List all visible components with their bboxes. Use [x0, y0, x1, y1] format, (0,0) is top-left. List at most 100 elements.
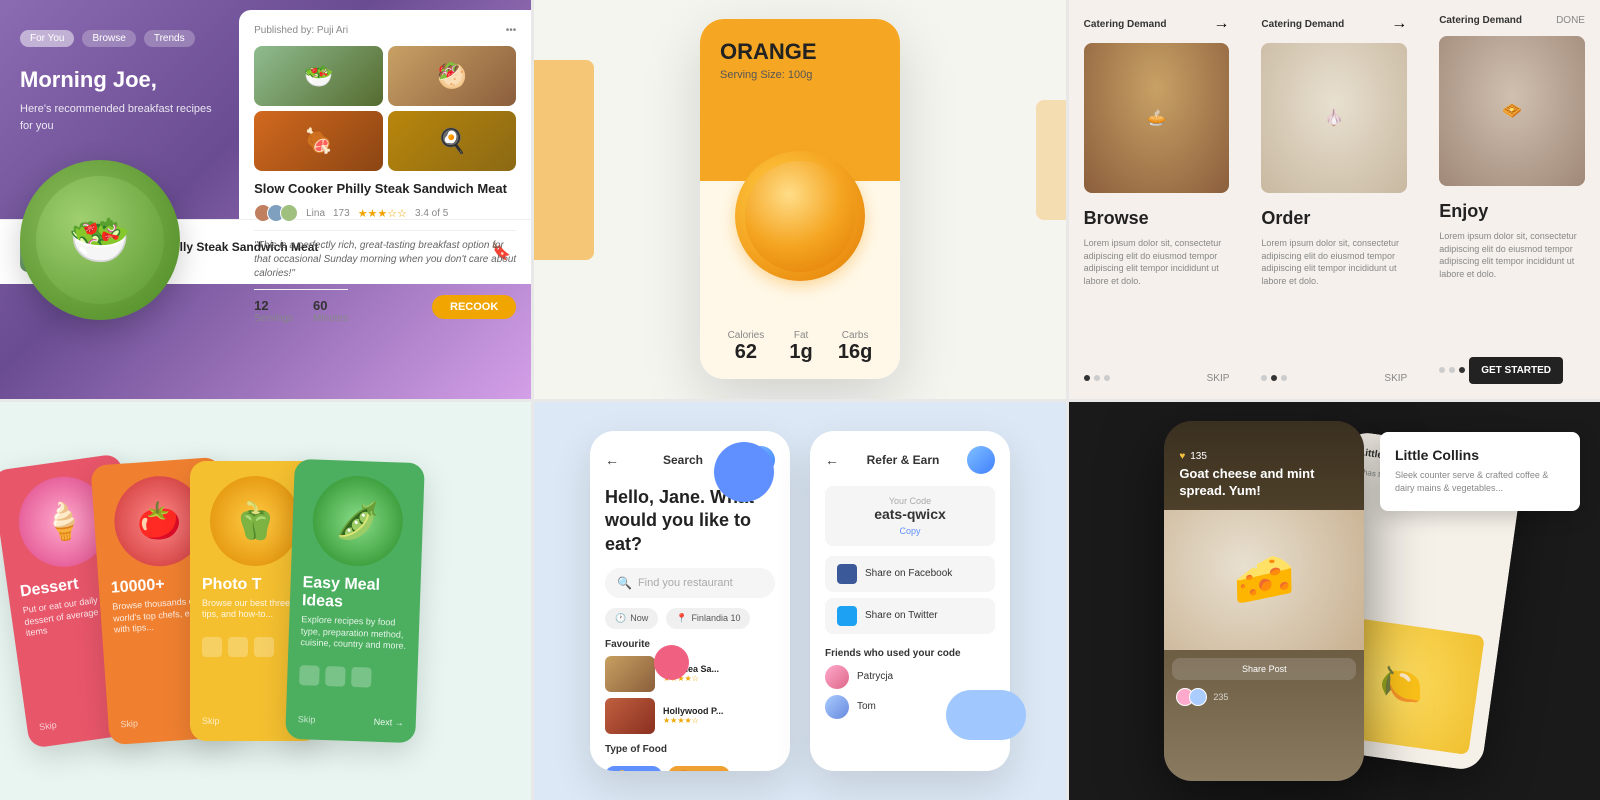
chip-burger[interactable]: 🍔 Burger — [668, 766, 730, 771]
fav-image-1 — [605, 656, 655, 692]
catering-cell: Catering Demand → 🥧 Browse Lorem ipsum d… — [1069, 0, 1600, 399]
search-placeholder: Find you restaurant — [638, 577, 733, 589]
heart-count: 135 — [1190, 451, 1207, 462]
chip-location[interactable]: 📍 Finlandia 10 — [666, 608, 750, 629]
dot-1 — [1084, 375, 1090, 381]
food-search-cell: ← Search Hello, Jane. What would you lik… — [534, 402, 1065, 800]
nav-for-you[interactable]: For You — [20, 30, 74, 47]
catering-panel-enjoy: Catering Demand DONE 🧇 Enjoy Lorem ipsum… — [1424, 0, 1600, 399]
serving-size: Serving Size: 100g — [720, 69, 812, 81]
nav-browse[interactable]: Browse — [82, 30, 135, 47]
favourite-label: Favourite — [605, 639, 775, 650]
enjoy-food-image: 🧇 — [1439, 36, 1585, 186]
nav-trends[interactable]: Trends — [144, 30, 195, 47]
share-facebook[interactable]: Share on Facebook — [825, 556, 995, 592]
minutes-stat: 60 Minutes — [313, 298, 348, 324]
orange-bottom-section: Calories 62 Fat 1g Carbs 16g — [700, 181, 900, 379]
dot-3 — [1104, 375, 1110, 381]
icon-3 — [254, 637, 274, 657]
enjoy-desc: Lorem ipsum dolor sit, consectetur adipi… — [1439, 230, 1585, 280]
catering-brand-2: Catering Demand — [1261, 19, 1344, 30]
dark-phone-content: ♥ 135 Goat cheese and mint spread. Yum! … — [1164, 421, 1364, 781]
recipe-image-3: 🍖 — [254, 111, 383, 171]
favourite-list: La Chea Sa... ★★★★☆ Hollywood P... ★★★★☆ — [605, 656, 775, 734]
search-icon: 🔍 — [617, 576, 632, 590]
like-avatars — [1176, 688, 1207, 706]
recipe-title: Slow Cooker Philly Steak Sandwich Meat — [254, 181, 516, 196]
icon-4 — [299, 665, 320, 686]
get-started-button[interactable]: GET STARTED — [1469, 357, 1563, 384]
arrow-icon-2: → — [1391, 15, 1407, 33]
chip-now[interactable]: 🕐 Now — [605, 608, 658, 629]
fat-item: Fat 1g — [789, 330, 812, 364]
search-bar[interactable]: 🔍 Find you restaurant — [605, 568, 775, 598]
photo-skip[interactable]: Skip — [202, 716, 220, 726]
friend-name-1: Patrycja — [857, 671, 893, 682]
like-count: 235 — [1213, 692, 1228, 702]
sub-greeting-text: Here's recommended breakfast recipes for… — [20, 101, 219, 134]
nutrition-cell: ORANGE Serving Size: 100g Calories 62 Fa… — [534, 0, 1065, 399]
catering-brand-3: Catering Demand — [1439, 15, 1522, 26]
publisher-text: Published by: Puji Ari — [254, 25, 348, 36]
orange-inner-image — [745, 161, 856, 272]
nutrition-values: Calories 62 Fat 1g Carbs 16g — [700, 315, 900, 379]
meal-skip[interactable]: Skip — [298, 714, 316, 725]
rating-value: 3.4 of 5 — [415, 208, 448, 219]
dot-2 — [1094, 375, 1100, 381]
carbs-item: Carbs 16g — [838, 330, 872, 364]
refer-back-icon[interactable]: ← — [825, 452, 839, 468]
greeting-text: Morning Joe, — [20, 67, 219, 93]
facebook-icon — [837, 564, 857, 584]
share-post-button[interactable]: Share Post — [1172, 658, 1356, 680]
done-label: DONE — [1556, 15, 1585, 26]
back-arrow-icon[interactable]: ← — [605, 452, 619, 468]
nutrition-phone: ORANGE Serving Size: 100g Calories 62 Fa… — [700, 19, 900, 379]
food-photo-cell: Little Collins Sleek counter serve & cra… — [1069, 402, 1600, 800]
food-bowl-image: 🥗 — [20, 160, 180, 320]
code-label: Your Code — [835, 496, 985, 506]
orange-fruit-image — [735, 151, 865, 281]
dessert-skip[interactable]: Skip — [39, 720, 58, 732]
icon-2 — [228, 637, 248, 657]
catering-header-3: Catering Demand DONE — [1439, 15, 1585, 26]
food-type-label: Type of Food — [605, 744, 775, 755]
blob-light-blue — [946, 690, 1026, 740]
arrow-icon-1: → — [1213, 15, 1229, 33]
browse-desc: Lorem ipsum dolor sit, consectetur adipi… — [1084, 237, 1230, 287]
meal-ideas-subtitle: Explore recipes by food type, preparatio… — [300, 614, 407, 653]
bg-decoration-1 — [534, 60, 594, 260]
order-title: Order — [1261, 208, 1407, 229]
friend-avatar-2 — [825, 695, 849, 719]
friend-item-1: Patrycja — [825, 665, 995, 689]
photo-image: 🫑 — [210, 476, 300, 566]
chip-pizza[interactable]: 🍕 Pizza — [605, 766, 662, 771]
food-type-chips: 🍕 Pizza 🍔 Burger 🍱 Sushi — [605, 766, 775, 771]
copy-button[interactable]: Copy — [835, 526, 985, 536]
fav-info-2: Hollywood P... ★★★★☆ — [663, 706, 775, 725]
catering-header-1: Catering Demand → — [1084, 15, 1230, 33]
fav-item-2[interactable]: Hollywood P... ★★★★☆ — [605, 698, 775, 734]
thousands-skip[interactable]: Skip — [120, 718, 138, 729]
twitter-icon — [837, 606, 857, 626]
meal-card-easy-meal: 🫛 Easy Meal Ideas Explore recipes by foo… — [285, 459, 425, 743]
rating-stars: ★★★☆☆ — [358, 207, 407, 220]
meal-next[interactable]: Next → — [374, 716, 404, 727]
browse-skip[interactable]: SKIP — [1207, 373, 1230, 384]
fav-item-1[interactable]: La Chea Sa... ★★★★☆ — [605, 656, 775, 692]
more-options-icon[interactable]: ••• — [506, 25, 517, 36]
heart-icon[interactable]: ♥ — [1179, 451, 1185, 462]
food-photo-title: Goat cheese and mint spread. Yum! — [1179, 466, 1349, 500]
fav-name-2: Hollywood P... — [663, 706, 775, 716]
calories-item: Calories 62 — [728, 330, 765, 364]
dot-5 — [1271, 375, 1277, 381]
browse-title: Browse — [1084, 208, 1230, 229]
share-twitter[interactable]: Share on Twitter — [825, 598, 995, 634]
recipe-image-2: 🥙 — [388, 46, 517, 106]
recipe-meta: Lina 173 ★★★☆☆ 3.4 of 5 — [254, 204, 516, 222]
heart-row: ♥ 135 — [1179, 451, 1349, 462]
recook-button[interactable]: RECOOK — [432, 295, 516, 319]
order-skip[interactable]: SKIP — [1384, 373, 1407, 384]
refer-phone-title: Refer & Earn — [867, 453, 940, 467]
meal-icons — [299, 665, 406, 689]
catering-panel-browse: Catering Demand → 🥧 Browse Lorem ipsum d… — [1069, 0, 1245, 399]
